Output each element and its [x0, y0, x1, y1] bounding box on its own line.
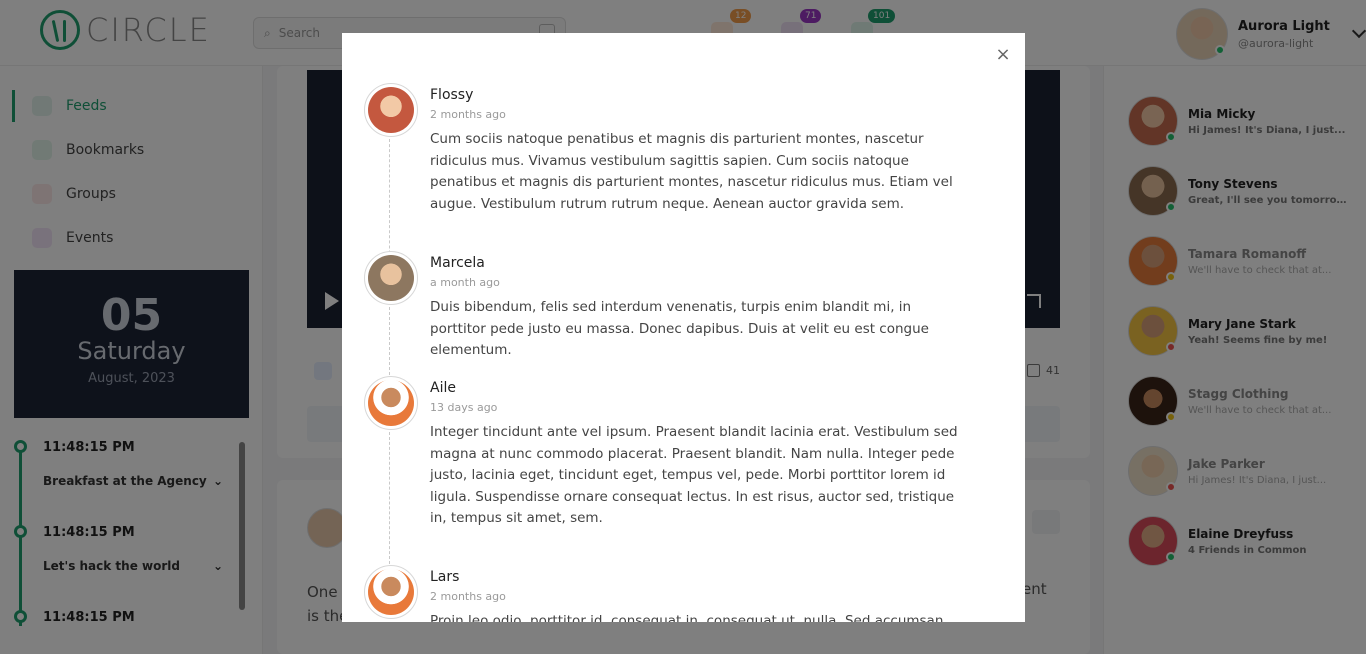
comment-text: Integer tincidunt ante vel ipsum. Praese… — [430, 424, 958, 527]
avatar[interactable] — [364, 83, 418, 137]
avatar[interactable] — [364, 251, 418, 305]
comment-text: Duis bibendum, felis sed interdum venena… — [430, 299, 929, 359]
comment-author[interactable]: Lars — [430, 569, 459, 585]
comment-text: Proin leo odio, porttitor id, consequat … — [430, 613, 944, 622]
comment-time: 2 months ago — [430, 590, 506, 603]
comment-text: Cum sociis natoque penatibus et magnis d… — [430, 131, 953, 212]
comment-time: a month ago — [430, 276, 500, 289]
comment-time: 13 days ago — [430, 401, 498, 414]
thread-line — [389, 432, 390, 564]
close-icon[interactable]: × — [995, 46, 1011, 64]
comments-modal: × Flossy 2 months ago Cum sociis natoque… — [342, 33, 1025, 622]
thread-line — [389, 307, 390, 375]
comment-author[interactable]: Aile — [430, 380, 456, 396]
avatar[interactable] — [364, 376, 418, 430]
comment-time: 2 months ago — [430, 108, 506, 121]
comment-author[interactable]: Flossy — [430, 87, 473, 103]
avatar[interactable] — [364, 565, 418, 619]
comment-author[interactable]: Marcela — [430, 255, 485, 271]
